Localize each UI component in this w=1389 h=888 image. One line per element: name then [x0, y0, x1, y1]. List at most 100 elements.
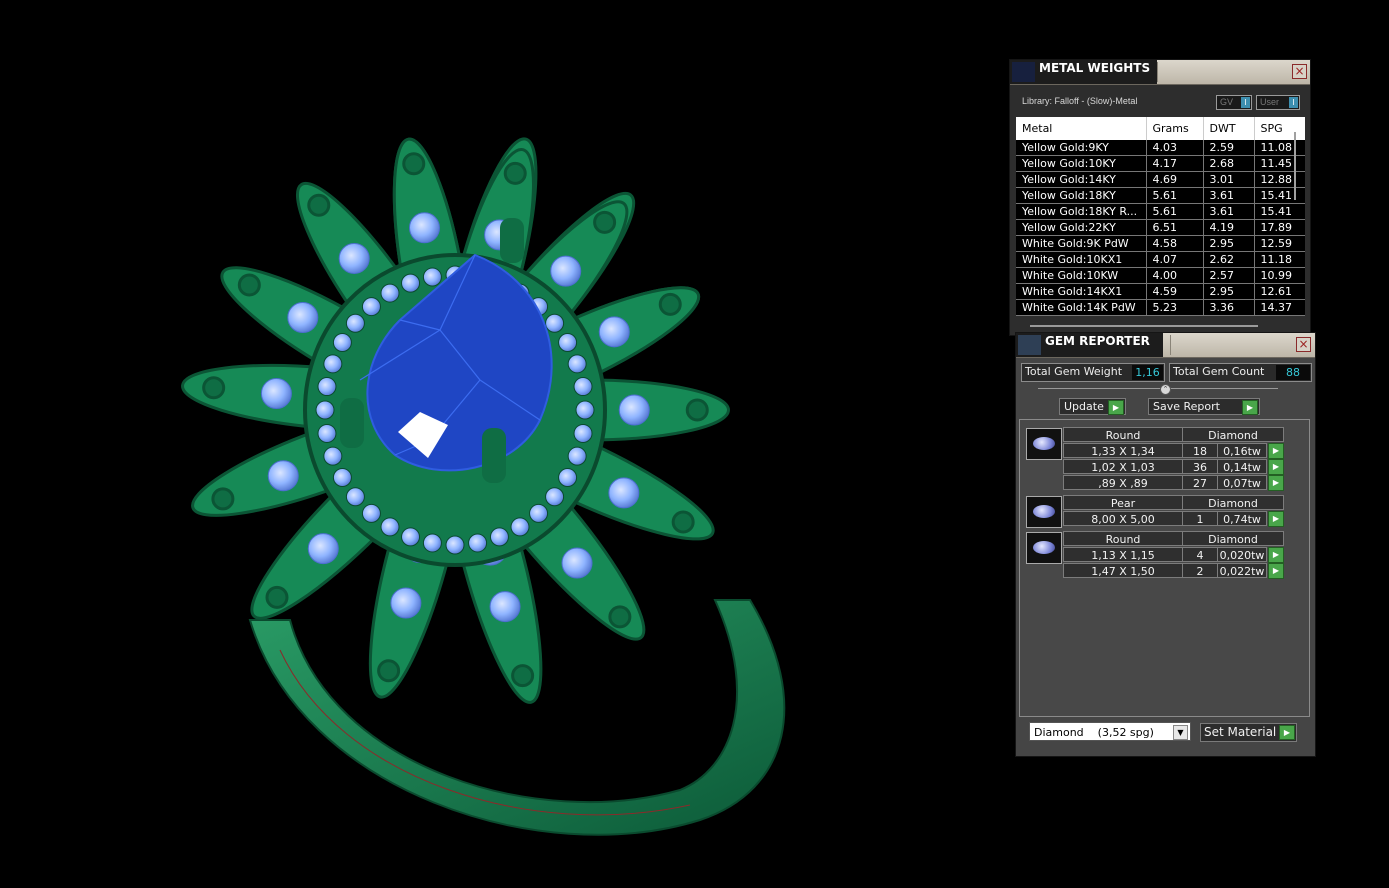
- close-icon[interactable]: ×: [1296, 337, 1311, 352]
- table-row[interactable]: Yellow Gold:18KY R... 5.61 3.61 15.41: [1016, 203, 1305, 220]
- 3d-viewport[interactable]: [0, 0, 1000, 884]
- pear-gem-icon[interactable]: [1026, 496, 1062, 528]
- table-cell: 3.61: [1203, 187, 1255, 204]
- play-icon[interactable]: ▶: [1268, 475, 1284, 491]
- user-toggle-knob: I: [1289, 97, 1298, 108]
- gem-reporter-titlebar[interactable]: GEM REPORTER ×: [1016, 333, 1315, 358]
- chevron-down-icon[interactable]: ▼: [1173, 725, 1188, 740]
- gem-shape-label: Pear: [1063, 495, 1183, 510]
- gem-reporter-app-icon: [1018, 335, 1041, 355]
- play-icon[interactable]: ▶: [1108, 400, 1124, 415]
- table-row[interactable]: White Gold:10KW 4.00 2.57 10.99: [1016, 267, 1305, 284]
- close-icon[interactable]: ×: [1292, 64, 1307, 79]
- diamond: [598, 316, 630, 348]
- gem-report-list[interactable]: Round Diamond 1,33 X 1,34 18 0,16tw ▶ 1,02 X 1…: [1019, 419, 1310, 717]
- table-cell: 4.58: [1146, 235, 1204, 252]
- column-header[interactable]: Metal: [1016, 117, 1147, 140]
- round-gem-icon[interactable]: [1026, 532, 1062, 564]
- horizontal-scrollbar[interactable]: [1030, 325, 1258, 327]
- slider-knob-icon[interactable]: ⌃: [1160, 384, 1171, 395]
- gem-size: ,89 X ,89: [1063, 475, 1183, 490]
- prong-bead: [658, 292, 682, 316]
- gem-reporter-panel: GEM REPORTER × Total Gem Weight 1,16 Tot…: [1015, 332, 1316, 757]
- metal-weights-table[interactable]: Metal Grams DWT SPG Yellow Gold:9KY 4.03 2.59…: [1016, 117, 1305, 317]
- play-icon[interactable]: ▶: [1268, 459, 1284, 475]
- gem-size: 1,13 X 1,15: [1063, 547, 1183, 562]
- halo-diamond: [422, 267, 442, 287]
- table-cell: 4.07: [1146, 251, 1204, 268]
- vertical-scrollbar[interactable]: [1294, 132, 1296, 200]
- diamond: [260, 378, 292, 410]
- table-cell: 11.18: [1254, 251, 1305, 268]
- gem-weight: 0,020tw: [1217, 547, 1267, 562]
- play-icon[interactable]: ▶: [1268, 563, 1284, 579]
- halo-diamond: [445, 535, 465, 555]
- report-slider-track[interactable]: [1038, 388, 1278, 389]
- prong-bead: [202, 376, 226, 400]
- gem-weight: 0,07tw: [1217, 475, 1267, 490]
- prong-bead: [402, 152, 426, 176]
- play-icon[interactable]: ▶: [1268, 443, 1284, 459]
- table-row[interactable]: Yellow Gold:22KY 6.51 4.19 17.89: [1016, 219, 1305, 236]
- table-cell: 4.00: [1146, 267, 1204, 284]
- material-select[interactable]: Diamond (3,52 spg) ▼: [1029, 722, 1191, 741]
- library-label: Library: Falloff - (Slow)-Metal: [1022, 96, 1138, 106]
- halo-diamond: [361, 297, 381, 317]
- metal-weights-titlebar[interactable]: METAL WEIGHTS ×: [1010, 60, 1310, 85]
- play-icon[interactable]: ▶: [1242, 400, 1258, 415]
- table-cell: 11.08: [1254, 140, 1305, 156]
- gem-material-label: Diamond: [1182, 531, 1284, 546]
- gv-toggle[interactable]: GV I: [1216, 95, 1252, 110]
- table-cell: Yellow Gold:10KY: [1016, 155, 1147, 172]
- gem-material-label: Diamond: [1182, 495, 1284, 510]
- prong-bead: [671, 510, 695, 534]
- table-cell: White Gold:14KX1: [1016, 283, 1147, 300]
- user-toggle-label: User: [1260, 97, 1280, 107]
- table-row[interactable]: White Gold:14K PdW 5.23 3.36 14.37: [1016, 299, 1305, 316]
- table-row[interactable]: Yellow Gold:18KY 5.61 3.61 15.41: [1016, 187, 1305, 204]
- table-cell: 10.99: [1254, 267, 1305, 284]
- table-row[interactable]: Yellow Gold:10KY 4.17 2.68 11.45: [1016, 155, 1305, 172]
- save-report-button[interactable]: Save Report ▶: [1148, 398, 1260, 415]
- halo-diamond: [332, 468, 352, 487]
- round-gem-icon[interactable]: [1026, 428, 1062, 460]
- play-icon[interactable]: ▶: [1268, 511, 1284, 527]
- gem-stone-icon: [1033, 541, 1055, 554]
- column-header[interactable]: SPG: [1254, 117, 1305, 140]
- diamond: [408, 212, 440, 244]
- gem-material-label: Diamond: [1182, 427, 1284, 442]
- table-cell: White Gold:9K PdW: [1016, 235, 1147, 252]
- play-icon[interactable]: ▶: [1279, 725, 1295, 740]
- halo-diamond: [323, 446, 343, 466]
- halo-diamond: [529, 503, 549, 523]
- table-row[interactable]: White Gold:14KX1 4.59 2.95 12.61: [1016, 283, 1305, 300]
- table-row[interactable]: White Gold:10KX1 4.07 2.62 11.18: [1016, 251, 1305, 268]
- halo-diamond: [558, 333, 578, 352]
- halo-diamond: [345, 487, 365, 507]
- metal-weights-app-icon: [1012, 62, 1035, 82]
- update-button[interactable]: Update ▶: [1059, 398, 1126, 415]
- play-icon[interactable]: ▶: [1268, 547, 1284, 563]
- diamond: [561, 547, 593, 579]
- table-cell: 4.69: [1146, 171, 1204, 188]
- gem-stone-icon: [1033, 505, 1055, 518]
- halo-diamond: [567, 354, 587, 374]
- table-cell: Yellow Gold:9KY: [1016, 140, 1147, 156]
- prong-bead: [511, 664, 535, 688]
- table-cell: Yellow Gold:18KY: [1016, 187, 1147, 204]
- column-header[interactable]: Grams: [1146, 117, 1204, 140]
- gv-toggle-knob: I: [1241, 97, 1250, 108]
- table-cell: Yellow Gold:18KY R...: [1016, 203, 1147, 220]
- column-header[interactable]: DWT: [1203, 117, 1255, 140]
- table-row[interactable]: Yellow Gold:9KY 4.03 2.59 11.08: [1016, 140, 1305, 156]
- diamond: [489, 591, 521, 623]
- table-cell: 3.01: [1203, 171, 1255, 188]
- gem-shape-label: Round: [1063, 531, 1183, 546]
- table-row[interactable]: Yellow Gold:14KY 4.69 3.01 12.88: [1016, 171, 1305, 188]
- set-material-button[interactable]: Set Material ▶: [1200, 723, 1297, 742]
- table-cell: White Gold:10KX1: [1016, 251, 1147, 268]
- table-cell: 4.03: [1146, 140, 1204, 156]
- gem-count: 36: [1182, 459, 1218, 474]
- user-toggle[interactable]: User I: [1256, 95, 1300, 110]
- table-row[interactable]: White Gold:9K PdW 4.58 2.95 12.59: [1016, 235, 1305, 252]
